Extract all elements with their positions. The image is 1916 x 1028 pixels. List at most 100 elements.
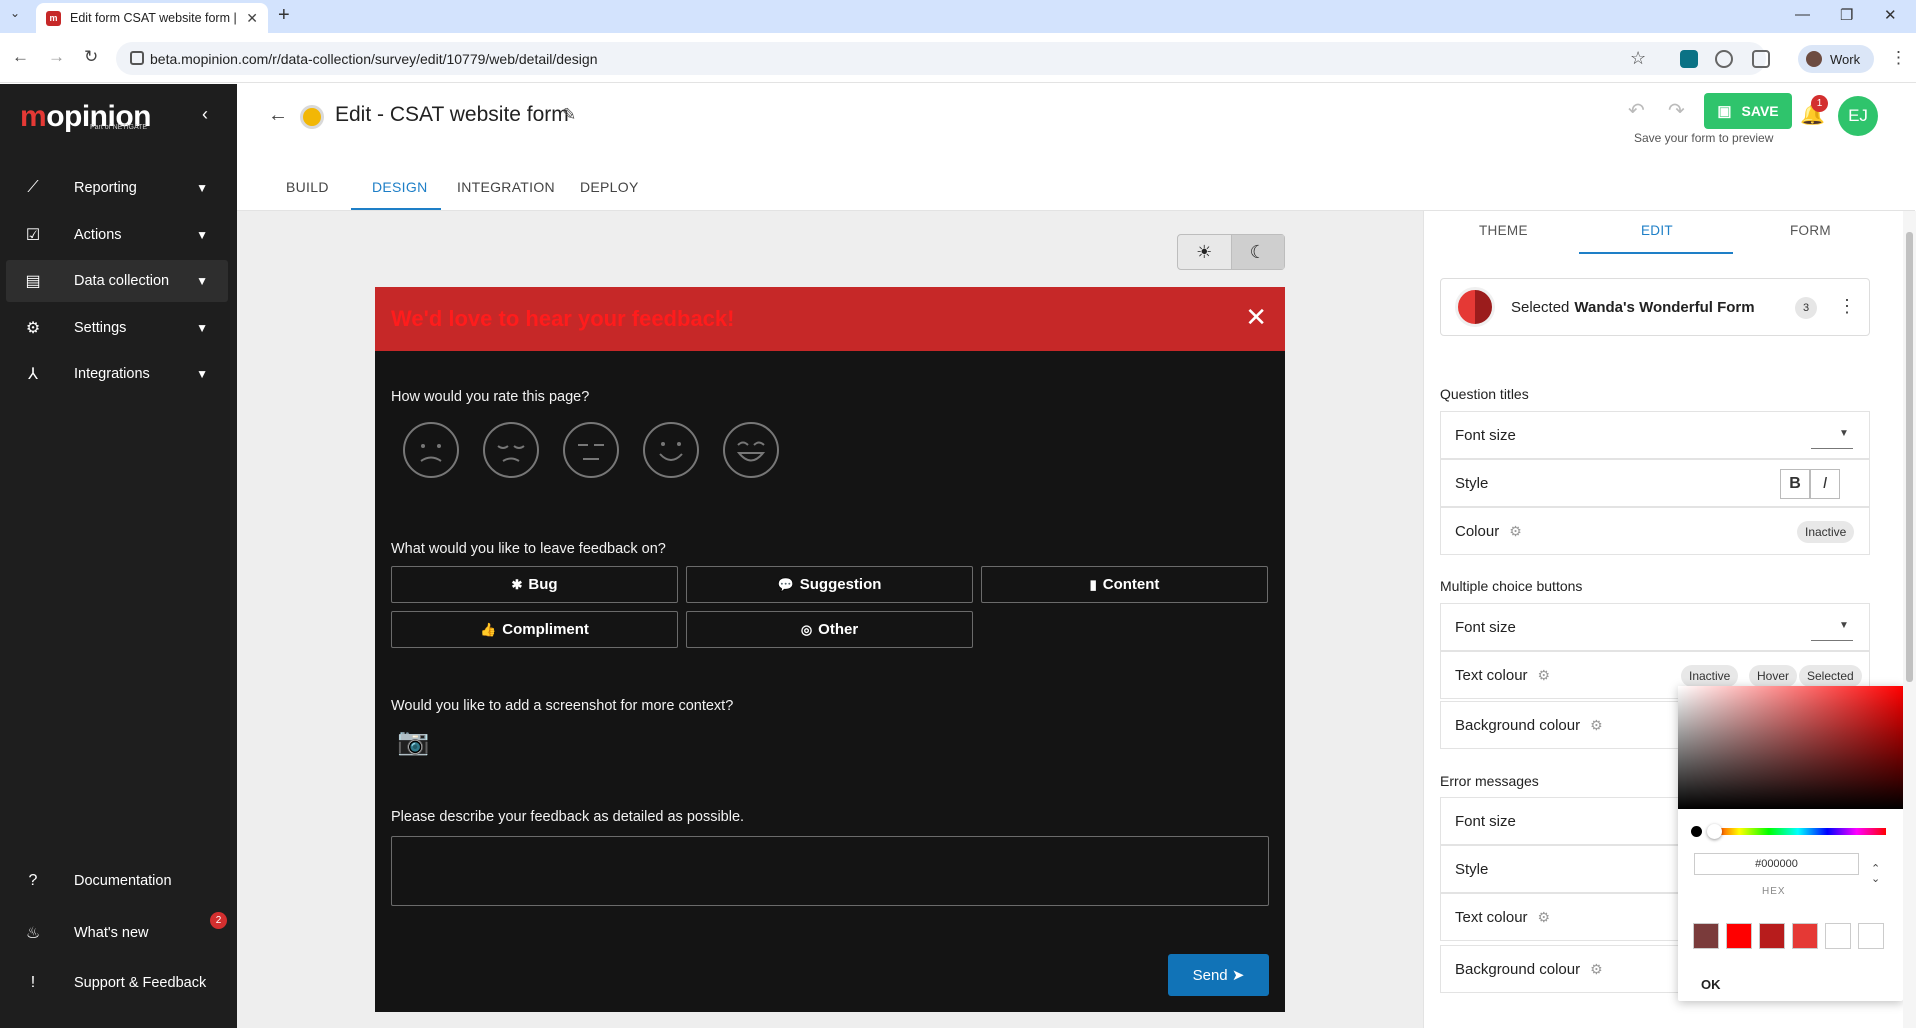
option-label: Other xyxy=(818,621,859,638)
question-title-screenshot[interactable]: Would you like to add a screenshot for m… xyxy=(391,698,733,714)
extension-icon[interactable] xyxy=(1680,50,1698,68)
gear-icon[interactable]: ⚙ xyxy=(1538,909,1551,926)
sidebar-item-reporting[interactable]: ⟋ Reporting ▼ xyxy=(6,167,228,209)
whats-new-badge: 2 xyxy=(210,912,227,929)
feedback-textarea[interactable] xyxy=(391,836,1269,906)
moon-icon[interactable]: ☾ xyxy=(1230,235,1284,269)
browser-menu-icon[interactable]: ⋮ xyxy=(1890,48,1907,68)
dropdown-arrow-icon[interactable]: ▼ xyxy=(1839,620,1849,631)
form-close-icon[interactable]: ✕ xyxy=(1245,302,1267,333)
gear-icon[interactable]: ⚙ xyxy=(1538,667,1551,684)
sidebar-item-settings[interactable]: ⚙ Settings ▼ xyxy=(6,307,228,349)
avatar[interactable]: EJ xyxy=(1838,96,1878,136)
tab-search-icon[interactable]: ⌄ xyxy=(10,6,20,20)
form-title[interactable]: We'd love to hear your feedback! xyxy=(391,306,734,332)
save-button[interactable]: ▣ SAVE xyxy=(1704,93,1792,129)
text-colour-inactive-chip[interactable]: Inactive xyxy=(1681,665,1739,687)
tab-form[interactable]: FORM xyxy=(1790,223,1831,238)
hex-input[interactable]: #000000 xyxy=(1694,853,1859,875)
question-title-topic[interactable]: What would you like to leave feedback on… xyxy=(391,541,666,557)
text-colour-hover-chip[interactable]: Hover xyxy=(1749,665,1798,687)
tab-deploy[interactable]: DEPLOY xyxy=(580,179,639,195)
camera-icon[interactable]: 📷 xyxy=(397,726,429,757)
redo-icon[interactable]: ↷ xyxy=(1668,98,1685,123)
swatch-1[interactable] xyxy=(1693,923,1719,949)
smiley-very-happy-icon[interactable] xyxy=(723,422,779,478)
saturation-value-area[interactable] xyxy=(1678,686,1903,809)
format-toggle-icon[interactable]: ⌃ ⌄ xyxy=(1871,864,1880,885)
close-window-icon[interactable]: ✕ xyxy=(1884,6,1897,24)
scrollbar-thumb[interactable] xyxy=(1906,232,1913,682)
sidebar-item-integrations[interactable]: ⅄ Integrations ▼ xyxy=(6,353,228,395)
row-label: Background colour xyxy=(1455,960,1581,978)
text-colour-selected-chip[interactable]: Selected xyxy=(1799,665,1862,687)
mc-font-size-row[interactable]: Font size ▼ xyxy=(1440,603,1870,651)
save-label: SAVE xyxy=(1741,103,1779,119)
tab-build[interactable]: BUILD xyxy=(286,179,329,195)
option-content-button[interactable]: ▮ Content xyxy=(981,566,1268,603)
undo-icon[interactable]: ↶ xyxy=(1628,98,1645,123)
italic-toggle-icon[interactable]: I xyxy=(1810,469,1840,499)
colour-inactive-chip[interactable]: Inactive xyxy=(1797,521,1855,543)
tab-integration[interactable]: INTEGRATION xyxy=(457,179,555,195)
tab-theme[interactable]: THEME xyxy=(1479,223,1528,238)
option-suggestion-button[interactable]: 💬 Suggestion xyxy=(686,566,973,603)
question-title-description[interactable]: Please describe your feedback as detaile… xyxy=(391,809,744,825)
sidebar-item-support[interactable]: ! Support & Feedback xyxy=(22,974,206,992)
hue-slider-handle[interactable] xyxy=(1707,824,1722,839)
swatch-2[interactable] xyxy=(1726,923,1752,949)
option-other-button[interactable]: ◎ Other xyxy=(686,611,973,648)
collapse-sidebar-icon[interactable]: ‹ xyxy=(202,104,208,125)
edit-title-icon[interactable]: ✎ xyxy=(562,105,576,125)
swatch-5[interactable] xyxy=(1825,923,1851,949)
dropdown-arrow-icon[interactable]: ▼ xyxy=(1839,428,1849,439)
section-multiple-choice: Multiple choice buttons xyxy=(1440,578,1583,594)
theme-mode-toggle[interactable]: ☀ ☾ xyxy=(1177,234,1285,270)
smiley-neutral-icon[interactable] xyxy=(563,422,619,478)
smiley-happy-icon[interactable] xyxy=(643,422,699,478)
swatch-6[interactable] xyxy=(1858,923,1884,949)
gear-icon[interactable]: ⚙ xyxy=(1590,961,1603,978)
browser-tab[interactable]: m Edit form CSAT website form | M ✕ xyxy=(36,3,268,33)
err-font-size-row[interactable]: Font size xyxy=(1440,797,1680,845)
bookmark-star-icon[interactable]: ☆ xyxy=(1630,48,1646,69)
theme-menu-icon[interactable]: ⋮ xyxy=(1838,296,1856,317)
forward-nav-icon[interactable]: → xyxy=(48,47,65,67)
sun-icon[interactable]: ☀ xyxy=(1178,235,1231,269)
swatch-3[interactable] xyxy=(1759,923,1785,949)
question-title-rating[interactable]: How would you rate this page? xyxy=(391,389,589,405)
reload-icon[interactable]: ↻ xyxy=(84,47,98,67)
extension-2-icon[interactable] xyxy=(1715,50,1733,68)
puzzle-icon[interactable] xyxy=(1752,50,1770,68)
smiley-unhappy-icon[interactable] xyxy=(483,422,539,478)
back-arrow-icon[interactable]: ← xyxy=(268,104,288,127)
new-tab-icon[interactable]: + xyxy=(278,4,290,27)
sidebar-item-documentation[interactable]: ? Documentation xyxy=(22,872,172,890)
tab-design[interactable]: DESIGN xyxy=(372,179,427,195)
tab-edit[interactable]: EDIT xyxy=(1641,223,1673,238)
site-info-icon[interactable] xyxy=(130,51,144,65)
hue-slider[interactable] xyxy=(1710,828,1886,835)
close-tab-icon[interactable]: ✕ xyxy=(246,10,258,27)
sidebar-item-data-collection[interactable]: ▤ Data collection ▼ xyxy=(6,260,228,302)
profile-button[interactable]: Work xyxy=(1798,45,1874,73)
swatch-4[interactable] xyxy=(1792,923,1818,949)
sidebar-item-actions[interactable]: ☑ Actions ▼ xyxy=(6,214,228,256)
url-omnibox[interactable]: beta.mopinion.com/r/data-collection/surv… xyxy=(116,42,1766,75)
back-nav-icon[interactable]: ← xyxy=(12,47,29,67)
gear-icon[interactable]: ⚙ xyxy=(1590,717,1603,734)
picker-ok-button[interactable]: OK xyxy=(1701,977,1721,992)
restore-icon[interactable]: ❐ xyxy=(1840,6,1853,24)
check-clipboard-icon: ☑ xyxy=(25,227,41,244)
smiley-very-unhappy-icon[interactable] xyxy=(403,422,459,478)
gear-icon[interactable]: ⚙ xyxy=(1509,523,1522,540)
option-compliment-button[interactable]: 👍 Compliment xyxy=(391,611,678,648)
err-text-colour-row: Text colour ⚙ xyxy=(1440,893,1680,941)
sidebar-item-whats-new[interactable]: ♨ What's new xyxy=(22,923,149,943)
bold-toggle-icon[interactable]: B xyxy=(1780,469,1810,499)
send-button[interactable]: Send ➤ xyxy=(1168,954,1269,996)
profile-avatar xyxy=(1806,51,1822,67)
option-bug-button[interactable]: ✱ Bug xyxy=(391,566,678,603)
qt-font-size-row[interactable]: Font size ▼ xyxy=(1440,411,1870,459)
minimize-icon[interactable]: — xyxy=(1795,6,1810,23)
